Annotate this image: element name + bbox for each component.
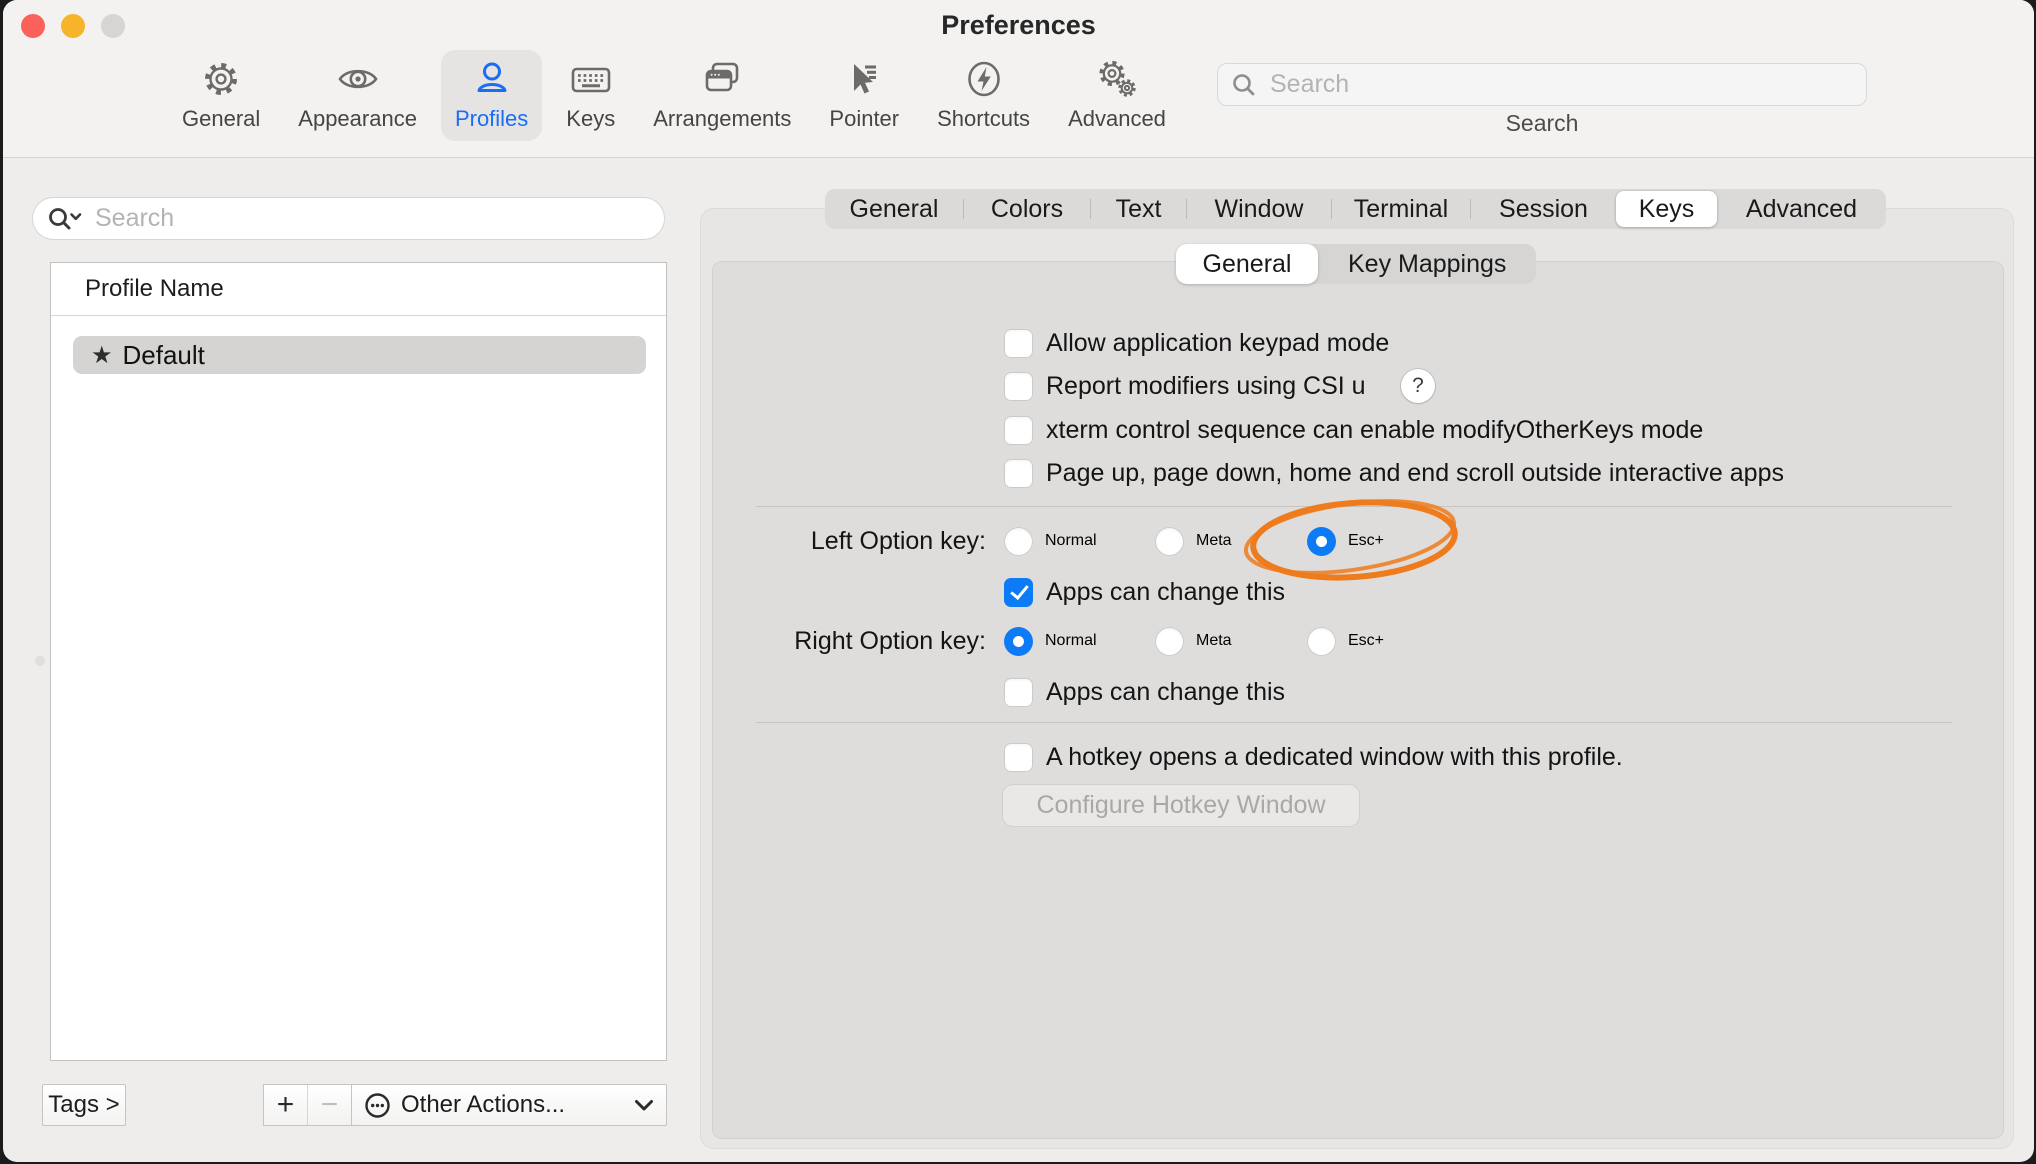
add-remove-group: + − bbox=[263, 1084, 352, 1126]
radio-button bbox=[1307, 627, 1336, 656]
divider bbox=[756, 722, 1952, 723]
window-title: Preferences bbox=[3, 10, 2034, 41]
eye-icon bbox=[335, 57, 381, 103]
checkbox bbox=[1004, 578, 1033, 607]
checkbox-row-left-apps-can-change[interactable]: Apps can change this bbox=[1004, 575, 1285, 609]
profile-list-header: Profile Name bbox=[51, 263, 666, 316]
tab-general[interactable]: General bbox=[825, 189, 963, 229]
tab-window[interactable]: Window bbox=[1187, 189, 1331, 229]
tags-button[interactable]: Tags > bbox=[42, 1084, 126, 1126]
toolbar-item-label: Profiles bbox=[455, 106, 528, 132]
divider bbox=[756, 506, 1952, 507]
radio-button bbox=[1155, 527, 1184, 556]
radio-left-meta[interactable]: Meta bbox=[1155, 524, 1232, 558]
toolbar-item-label: Pointer bbox=[829, 106, 899, 132]
lightning-icon bbox=[961, 57, 1007, 103]
toolbar-item-label: Appearance bbox=[298, 106, 417, 132]
tab-text[interactable]: Text bbox=[1091, 189, 1186, 229]
toolbar-search-caption: Search bbox=[1217, 110, 1867, 137]
toolbar-item-keys[interactable]: Keys bbox=[552, 50, 629, 141]
toolbar-item-pointer[interactable]: Pointer bbox=[815, 50, 913, 141]
radio-button bbox=[1155, 627, 1184, 656]
checkbox-row-keypad-mode[interactable]: Allow application keypad mode bbox=[1004, 326, 1389, 360]
radio-right-esc[interactable]: Esc+ bbox=[1307, 624, 1384, 658]
keyboard-icon bbox=[568, 57, 614, 103]
tab-colors[interactable]: Colors bbox=[964, 189, 1090, 229]
radio-right-meta[interactable]: Meta bbox=[1155, 624, 1232, 658]
checkbox bbox=[1004, 459, 1033, 488]
configure-hotkey-window-button[interactable]: Configure Hotkey Window bbox=[1003, 785, 1359, 826]
other-actions-label: Other Actions... bbox=[401, 1091, 634, 1119]
windows-icon bbox=[699, 57, 745, 103]
profile-row-default[interactable]: ★ Default bbox=[73, 336, 646, 374]
radio-left-esc[interactable]: Esc+ bbox=[1307, 524, 1384, 558]
titlebar-toolbar: Preferences General bbox=[3, 0, 2034, 158]
toolbar-item-arrangements[interactable]: Arrangements bbox=[639, 50, 805, 141]
toolbar-item-label: Advanced bbox=[1068, 106, 1166, 132]
splitter-dot bbox=[35, 656, 45, 666]
toolbar-item-profiles[interactable]: Profiles bbox=[441, 50, 542, 141]
radio-right-normal[interactable]: Normal bbox=[1004, 624, 1097, 658]
search-icon bbox=[1230, 71, 1258, 99]
checkbox-row-modify-other-keys[interactable]: xterm control sequence can enable modify… bbox=[1004, 413, 1703, 447]
toolbar-item-appearance[interactable]: Appearance bbox=[284, 50, 431, 141]
profile-search-input[interactable] bbox=[93, 203, 650, 234]
star-icon: ★ bbox=[91, 341, 113, 370]
profile-name: Default bbox=[123, 340, 205, 371]
gears-icon bbox=[1094, 57, 1140, 103]
tab-advanced[interactable]: Advanced bbox=[1717, 189, 1886, 229]
checkbox-row-right-apps-can-change[interactable]: Apps can change this bbox=[1004, 675, 1285, 709]
preferences-window: Preferences General bbox=[3, 0, 2034, 1162]
left-option-key-label: Left Option key: bbox=[643, 524, 986, 558]
toolbar: General Appearance Profiles bbox=[168, 50, 1180, 141]
gear-icon bbox=[198, 57, 244, 103]
checkbox-row-hotkey-window[interactable]: A hotkey opens a dedicated window with t… bbox=[1004, 740, 1623, 774]
chevron-down-icon bbox=[634, 1099, 654, 1112]
person-icon bbox=[469, 57, 515, 103]
other-actions-dropdown[interactable]: Other Actions... bbox=[351, 1084, 667, 1126]
tab-session[interactable]: Session bbox=[1471, 189, 1616, 229]
remove-profile-button[interactable]: − bbox=[307, 1085, 351, 1125]
help-button[interactable]: ? bbox=[1401, 369, 1435, 403]
toolbar-item-general[interactable]: General bbox=[168, 50, 274, 141]
radio-button bbox=[1004, 627, 1033, 656]
subtab-key-mappings[interactable]: Key Mappings bbox=[1318, 244, 1536, 284]
toolbar-item-label: General bbox=[182, 106, 260, 132]
profile-tabs: General Colors Text Window Terminal Sess… bbox=[825, 189, 1886, 229]
checkbox bbox=[1004, 329, 1033, 358]
toolbar-search-field[interactable] bbox=[1217, 63, 1867, 106]
toolbar-search-input[interactable] bbox=[1268, 69, 1854, 100]
checkbox bbox=[1004, 416, 1033, 445]
toolbar-item-label: Keys bbox=[566, 106, 615, 132]
radio-left-normal[interactable]: Normal bbox=[1004, 524, 1097, 558]
tab-keys[interactable]: Keys bbox=[1616, 191, 1717, 227]
profile-search-field[interactable] bbox=[32, 197, 665, 240]
checkbox bbox=[1004, 372, 1033, 401]
checkbox-row-csi-u[interactable]: Report modifiers using CSI u bbox=[1004, 369, 1366, 403]
add-profile-button[interactable]: + bbox=[264, 1085, 307, 1125]
ellipsis-circle-icon bbox=[364, 1092, 391, 1119]
cursor-icon bbox=[841, 57, 887, 103]
keys-subtabs: General Key Mappings bbox=[1176, 244, 1536, 284]
radio-button bbox=[1307, 527, 1336, 556]
search-filter-icon bbox=[47, 205, 85, 233]
toolbar-item-label: Shortcuts bbox=[937, 106, 1030, 132]
profile-list: Profile Name ★ Default bbox=[50, 262, 667, 1061]
right-option-key-label: Right Option key: bbox=[643, 624, 986, 658]
toolbar-item-shortcuts[interactable]: Shortcuts bbox=[923, 50, 1044, 141]
tab-terminal[interactable]: Terminal bbox=[1332, 189, 1470, 229]
checkbox bbox=[1004, 678, 1033, 707]
checkbox bbox=[1004, 743, 1033, 772]
toolbar-item-advanced[interactable]: Advanced bbox=[1054, 50, 1180, 141]
checkbox-row-page-scroll[interactable]: Page up, page down, home and end scroll … bbox=[1004, 456, 1784, 490]
subtab-general[interactable]: General bbox=[1176, 244, 1318, 284]
radio-button bbox=[1004, 527, 1033, 556]
toolbar-item-label: Arrangements bbox=[653, 106, 791, 132]
